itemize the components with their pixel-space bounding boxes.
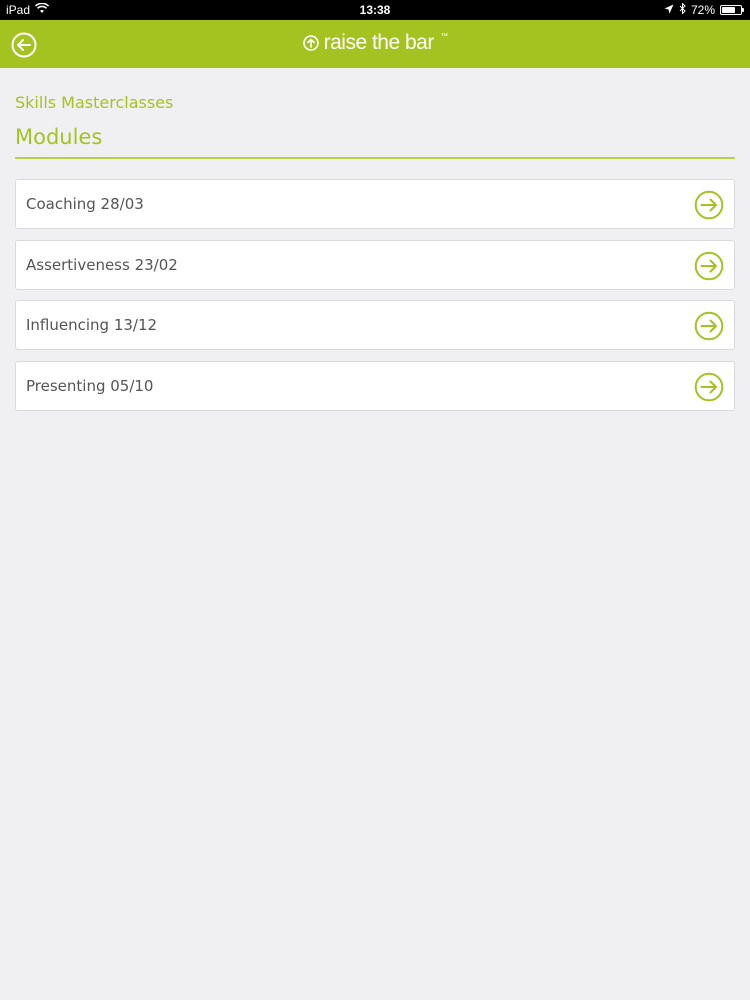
module-label: Coaching 28/03: [26, 195, 144, 213]
status-right: 72%: [664, 2, 744, 17]
battery-level: [722, 7, 735, 13]
battery-icon: [720, 5, 744, 15]
breadcrumb[interactable]: Skills Masterclasses: [15, 93, 735, 112]
module-label: Influencing 13/12: [26, 316, 158, 334]
logo-up-arrow-icon: [302, 35, 319, 51]
brand-logo: raise the bar ™: [0, 31, 750, 55]
arrow-right-icon[interactable]: [694, 190, 724, 220]
bluetooth-icon: [679, 2, 686, 17]
arrow-right-icon[interactable]: [694, 311, 724, 341]
title-divider: [15, 157, 735, 159]
battery-percent: 72%: [690, 3, 715, 17]
arrow-right-icon[interactable]: [694, 251, 724, 281]
clock: 13:38: [359, 3, 391, 17]
module-item[interactable]: Influencing 13/12: [15, 300, 735, 350]
module-item[interactable]: Presenting 05/10: [15, 360, 735, 411]
nav-bar: raise the bar ™: [0, 20, 750, 68]
brand-name: raise the bar: [323, 31, 435, 54]
status-bar: iPad 13:38 72%: [0, 0, 750, 20]
module-label: Assertiveness 23/02: [26, 255, 178, 274]
module-list: Coaching 28/03 Assertiveness 23/02 Influ…: [15, 179, 735, 411]
module-item[interactable]: Coaching 28/03: [15, 179, 735, 229]
main-content: Skills Masterclasses Modules Coaching 28…: [15, 90, 735, 421]
brand-trademark: ™: [440, 33, 448, 40]
page-title: Modules: [15, 125, 103, 149]
arrow-right-icon[interactable]: [694, 372, 724, 402]
module-label: Presenting 05/10: [26, 376, 154, 395]
location-icon: [664, 3, 674, 17]
module-item[interactable]: Assertiveness 23/02: [15, 239, 735, 290]
